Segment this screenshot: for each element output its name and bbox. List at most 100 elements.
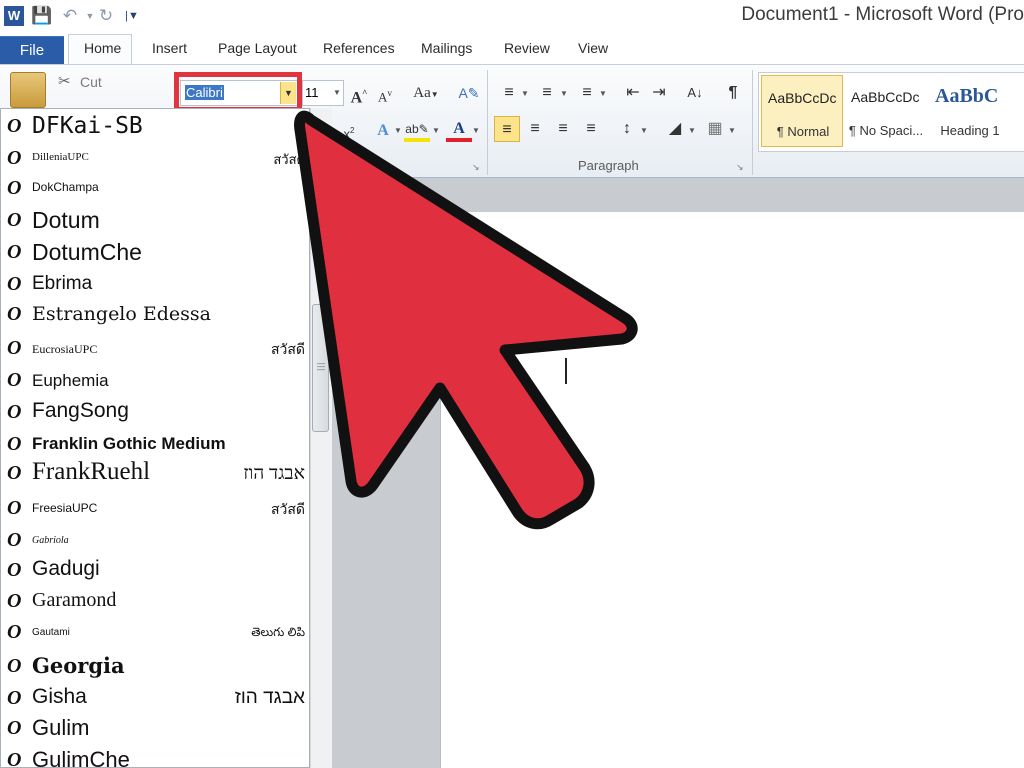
font-list-item[interactable]: O DokChampa — [1, 175, 309, 205]
font-list-item[interactable]: O Ebrima — [1, 271, 309, 301]
opentype-icon: O — [7, 717, 22, 739]
font-name: DokChampa — [32, 180, 99, 194]
font-name: Estrangelo Edessa — [32, 303, 211, 325]
change-case-icon[interactable]: Aa▼ — [408, 80, 444, 106]
font-list-item[interactable]: O Gisha אבגד הוז — [1, 683, 309, 715]
tab-view[interactable]: View — [578, 40, 608, 56]
grow-font-icon[interactable]: A^ — [346, 80, 372, 106]
tab-references[interactable]: References — [323, 40, 395, 56]
clear-formatting-icon[interactable]: A✎ — [456, 80, 482, 106]
opentype-icon: O — [7, 655, 22, 677]
redo-icon[interactable]: ↻ — [94, 4, 118, 28]
text-cursor — [565, 358, 567, 384]
font-name: DilleniaUPC — [32, 151, 89, 163]
font-sample: สวัสดี — [273, 152, 305, 167]
paste-icon[interactable] — [10, 72, 46, 108]
opentype-icon: O — [7, 115, 22, 137]
font-list-scrollbar[interactable] — [310, 108, 332, 768]
font-sample: สวัสดี — [270, 341, 305, 357]
decrease-indent-icon[interactable]: ⇤ — [620, 80, 646, 106]
window-title: Document1 - Microsoft Word (Pro — [741, 4, 1024, 25]
opentype-icon: O — [7, 497, 22, 519]
opentype-icon: O — [7, 590, 22, 612]
cut-button-label[interactable]: Cut — [80, 74, 102, 90]
scroll-grip-icon: — — — — [317, 359, 325, 374]
font-dialog-launcher-icon[interactable]: ↘ — [472, 162, 480, 173]
style-sample: AaBbCcDc — [768, 90, 837, 106]
font-list-item[interactable]: O Dotum — [1, 205, 309, 237]
align-right-icon[interactable]: ≡ — [550, 116, 576, 142]
font-name: Gisha — [32, 685, 87, 708]
show-formatting-marks-icon[interactable]: ¶ — [720, 80, 746, 106]
font-list-item[interactable]: O DotumChe — [1, 237, 309, 269]
font-list-item[interactable]: O Gulim — [1, 713, 309, 745]
text-effects-icon[interactable]: A — [370, 118, 396, 144]
align-left-icon[interactable]: ≡ — [494, 116, 520, 142]
font-list-item[interactable]: O FangSong — [1, 397, 309, 429]
font-size-dropdown-icon[interactable]: ▼ — [333, 88, 341, 97]
style-normal[interactable]: AaBbCcDc ¶ Normal — [761, 75, 843, 147]
line-spacing-dropdown-icon[interactable]: ▼ — [640, 126, 648, 135]
style-name: ¶ Normal — [776, 124, 830, 139]
font-list-item[interactable]: O Franklin Gothic Medium — [1, 431, 309, 459]
shading-icon[interactable]: ◢ — [662, 116, 688, 142]
highlight-dropdown-icon[interactable]: ▼ — [432, 126, 440, 135]
sort-icon[interactable]: A↓ — [682, 80, 708, 106]
font-list-item[interactable]: O Georgia — [1, 651, 309, 683]
font-color-icon[interactable]: A — [446, 116, 472, 142]
justify-icon[interactable]: ≡ — [578, 116, 604, 142]
tab-review[interactable]: Review — [504, 40, 550, 56]
numbering-icon[interactable]: ≡ — [534, 80, 560, 106]
font-list-item[interactable]: O Estrangelo Edessa — [1, 301, 309, 331]
tab-page-layout[interactable]: Page Layout — [218, 40, 297, 56]
font-list-item[interactable]: O Gautami తెలుగు లిపి — [1, 619, 309, 649]
multilevel-dropdown-icon[interactable]: ▼ — [599, 89, 607, 98]
font-list-item[interactable]: O DilleniaUPC สวัสดี — [1, 145, 309, 173]
cut-icon[interactable]: ✂ — [58, 72, 71, 90]
tab-file[interactable]: File — [0, 36, 64, 65]
font-list-item[interactable]: O Garamond — [1, 587, 309, 617]
font-list-item[interactable]: O FreesiaUPC สวัสดี — [1, 495, 309, 523]
shrink-font-icon[interactable]: Av — [372, 80, 398, 106]
opentype-icon: O — [7, 687, 22, 709]
line-spacing-icon[interactable]: ↕ — [614, 116, 640, 142]
increase-indent-icon[interactable]: ⇥ — [646, 80, 672, 106]
shading-dropdown-icon[interactable]: ▼ — [688, 126, 696, 135]
font-sample: אבגד הוז — [234, 687, 305, 708]
font-name: DFKai-SB — [32, 113, 143, 139]
strikethrough-icon[interactable]: x2 — [336, 118, 362, 144]
font-list-item[interactable]: O FrankRuehl אבגד הוז — [1, 457, 309, 491]
font-list-item[interactable]: O Euphemia — [1, 367, 309, 397]
font-name: Dotum — [32, 207, 100, 233]
tab-mailings[interactable]: Mailings — [421, 40, 472, 56]
font-name-highlight-box — [174, 72, 302, 112]
numbering-dropdown-icon[interactable]: ▼ — [560, 89, 568, 98]
font-color-dropdown-icon[interactable]: ▼ — [472, 126, 480, 135]
font-list-item[interactable]: O EucrosiaUPC สวัสดี — [1, 335, 309, 363]
style-name: ¶ No Spaci... — [848, 123, 924, 138]
tab-home[interactable]: Home — [84, 40, 121, 56]
highlight-color-icon[interactable]: ab✎ — [404, 116, 430, 142]
paragraph-dialog-launcher-icon[interactable]: ↘ — [736, 162, 744, 173]
align-center-icon[interactable]: ≡ — [522, 116, 548, 142]
borders-dropdown-icon[interactable]: ▼ — [728, 126, 736, 135]
font-list-item[interactable]: O GulimChe — [1, 745, 309, 767]
customize-toolbar-icon[interactable]: |▼ — [120, 4, 144, 28]
font-list-item[interactable]: O DFKai-SB — [1, 111, 309, 141]
font-list-item[interactable]: O Gabriola — [1, 527, 309, 555]
font-name: Franklin Gothic Medium — [32, 434, 226, 453]
bullets-dropdown-icon[interactable]: ▼ — [521, 89, 529, 98]
text-effects-dropdown-icon[interactable]: ▼ — [394, 126, 402, 135]
save-icon[interactable]: 💾 — [30, 4, 54, 28]
style-no-spacing[interactable]: AaBbCcDc ¶ No Spaci... — [845, 75, 927, 147]
style-heading-1[interactable]: AaBbC Heading 1 — [929, 75, 1011, 147]
font-dropdown-list[interactable]: O DFKai-SB O DilleniaUPC สวัสดี O DokCha… — [0, 108, 310, 768]
font-name: FrankRuehl — [32, 458, 151, 485]
word-app-icon[interactable]: W — [4, 6, 24, 26]
multilevel-list-icon[interactable]: ≡ — [574, 80, 600, 106]
bullets-icon[interactable]: ≡ — [496, 80, 522, 106]
document-page[interactable] — [440, 212, 1024, 768]
font-list-item[interactable]: O Gadugi — [1, 555, 309, 587]
tab-insert[interactable]: Insert — [152, 40, 187, 56]
borders-icon[interactable]: ▦ — [702, 116, 728, 142]
